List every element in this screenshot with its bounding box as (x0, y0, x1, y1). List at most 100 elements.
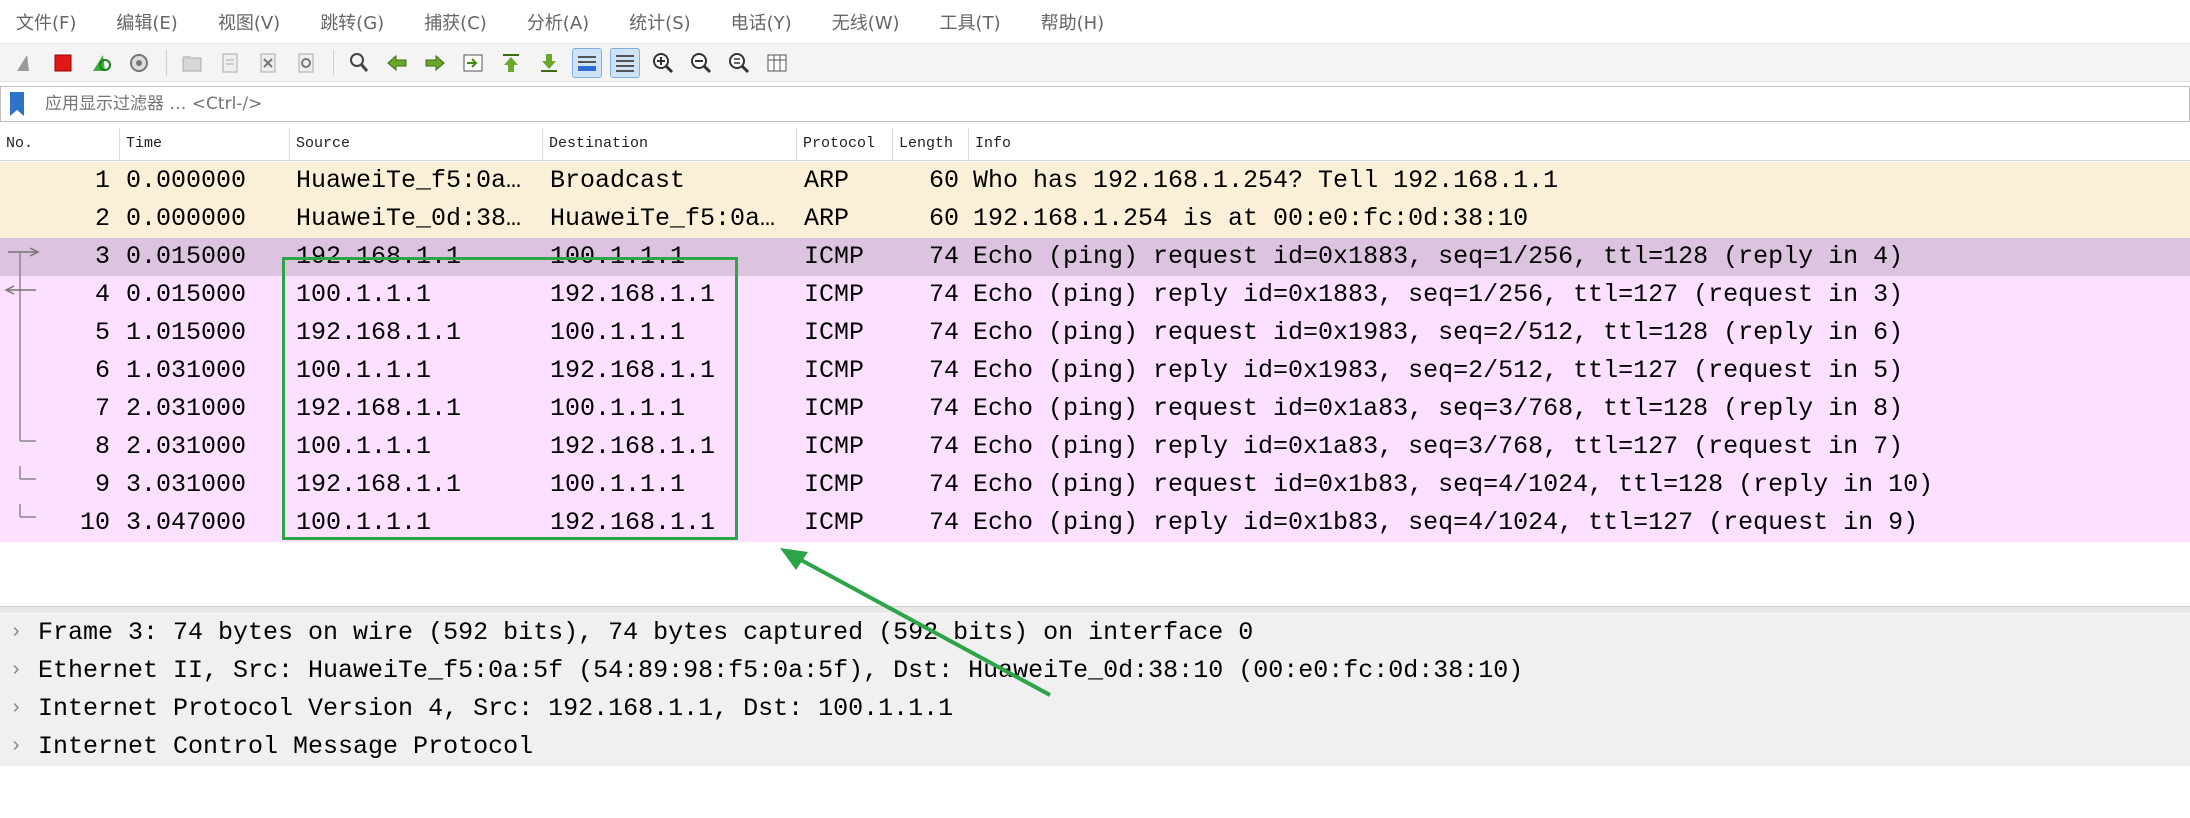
packet-row[interactable]: 6 1.031000 100.1.1.1 192.168.1.1 ICMP 74 Echo … (0, 352, 2190, 390)
autoscroll-icon[interactable] (572, 47, 602, 78)
packet-cell-no: 7 (94, 394, 110, 423)
packet-cell-source: 100.1.1.1 (296, 356, 432, 385)
reload-file-icon[interactable] (291, 48, 321, 78)
packet-cell-protocol: ICMP (804, 318, 865, 347)
packet-cell-no: 1 (94, 166, 110, 195)
last-packet-icon[interactable] (534, 48, 564, 78)
detail-text: Ethernet II, Src: HuaweiTe_f5:0a:5f (54:… (38, 656, 1524, 685)
packet-row[interactable]: 1 0.000000 HuaweiTe_f5:0a… Broadcast ARP 60 Wh… (0, 162, 2190, 200)
detail-row-ipv4[interactable]: › Internet Protocol Version 4, Src: 192.… (0, 690, 2190, 728)
capture-options-icon[interactable] (124, 48, 154, 78)
packet-cell-no: 3 (94, 242, 110, 271)
restart-capture-icon[interactable] (86, 48, 116, 78)
expand-chevron-icon[interactable]: › (10, 614, 22, 652)
find-packet-icon[interactable] (344, 48, 374, 78)
column-header-length[interactable]: Length (893, 128, 969, 160)
zoom-reset-icon[interactable] (724, 48, 754, 78)
menu-wireless[interactable]: 无线(W) (832, 9, 900, 35)
packet-cell-source: HuaweiTe_0d:38… (296, 204, 522, 233)
packet-cell-time: 0.015000 (126, 280, 247, 309)
menu-view[interactable]: 视图(V) (218, 9, 280, 35)
menu-file[interactable]: 文件(F) (16, 9, 76, 35)
bookmark-icon[interactable] (1, 87, 33, 121)
packet-cell-protocol: ARP (804, 166, 850, 195)
pane-splitter[interactable] (0, 606, 2190, 613)
go-forward-icon[interactable] (420, 48, 450, 78)
packet-cell-info: Echo (ping) request id=0x1983, seq=2/512… (973, 318, 1904, 347)
packet-cell-source: 100.1.1.1 (296, 508, 432, 537)
packet-cell-length: 74 (928, 508, 959, 537)
column-header-protocol[interactable]: Protocol (797, 128, 893, 160)
open-file-icon[interactable] (177, 48, 207, 78)
packet-cell-protocol: ICMP (804, 508, 865, 537)
shark-fin-icon[interactable] (10, 48, 40, 78)
packet-cell-time: 0.000000 (126, 204, 247, 233)
zoom-in-icon[interactable] (648, 48, 678, 78)
packet-cell-time: 1.015000 (126, 318, 247, 347)
packet-cell-source: 192.168.1.1 (296, 318, 462, 347)
packet-cell-protocol: ICMP (804, 242, 865, 271)
menu-bar: 文件(F) 编辑(E) 视图(V) 跳转(G) 捕获(C) 分析(A) 统计(S… (0, 0, 2190, 44)
packet-list-header: No. Time Source Destination Protocol Len… (0, 128, 2190, 161)
packet-row[interactable]: 2 0.000000 HuaweiTe_0d:38… HuaweiTe_f5:0a… A… (0, 200, 2190, 238)
packet-cell-destination: 192.168.1.1 (550, 356, 716, 385)
packet-cell-source: 100.1.1.1 (296, 280, 432, 309)
main-toolbar (0, 44, 2190, 82)
packet-cell-destination: 192.168.1.1 (550, 508, 716, 537)
column-header-info[interactable]: Info (969, 128, 2190, 160)
packet-cell-destination: 100.1.1.1 (550, 394, 686, 423)
menu-tools[interactable]: 工具(T) (940, 9, 1001, 35)
display-filter-input[interactable] (33, 89, 2189, 119)
column-header-no[interactable]: No. (0, 128, 120, 160)
packet-cell-length: 60 (928, 166, 959, 195)
menu-capture[interactable]: 捕获(C) (424, 9, 487, 35)
close-file-icon[interactable] (253, 48, 283, 78)
menu-analyze[interactable]: 分析(A) (527, 9, 589, 35)
colorize-icon[interactable] (610, 47, 640, 78)
packet-cell-info: Echo (ping) request id=0x1883, seq=1/256… (973, 242, 1904, 271)
packet-cell-info: Echo (ping) reply id=0x1983, seq=2/512, … (973, 356, 1904, 385)
menu-edit[interactable]: 编辑(E) (116, 9, 177, 35)
packet-row[interactable]: 8 2.031000 100.1.1.1 192.168.1.1 ICMP 74 Echo … (0, 428, 2190, 466)
detail-row-icmp[interactable]: › Internet Control Message Protocol (0, 728, 2190, 766)
packet-row[interactable]: 10 3.047000 100.1.1.1 192.168.1.1 ICMP 74 Echo… (0, 504, 2190, 542)
save-file-icon[interactable] (215, 48, 245, 78)
packet-cell-destination: 100.1.1.1 (550, 470, 686, 499)
packet-details: › Frame 3: 74 bytes on wire (592 bits), … (0, 614, 2190, 818)
packet-row[interactable]: 7 2.031000 192.168.1.1 100.1.1.1 ICMP 74 Echo … (0, 390, 2190, 428)
menu-help[interactable]: 帮助(H) (1041, 9, 1105, 35)
column-header-time[interactable]: Time (120, 128, 290, 160)
detail-row-frame[interactable]: › Frame 3: 74 bytes on wire (592 bits), … (0, 614, 2190, 652)
packet-cell-protocol: ICMP (804, 280, 865, 309)
menu-go[interactable]: 跳转(G) (320, 9, 384, 35)
packet-cell-protocol: ICMP (804, 394, 865, 423)
packet-row[interactable]: 3 0.015000 192.168.1.1 100.1.1.1 ICMP 74 Echo … (0, 238, 2190, 276)
column-header-source[interactable]: Source (290, 128, 543, 160)
go-to-packet-icon[interactable] (458, 48, 488, 78)
menu-statistics[interactable]: 统计(S) (629, 9, 690, 35)
expand-chevron-icon[interactable]: › (10, 728, 22, 766)
packet-cell-time: 2.031000 (126, 394, 247, 423)
go-back-icon[interactable] (382, 48, 412, 78)
packet-row[interactable]: 4 0.015000 100.1.1.1 192.168.1.1 ICMP 74 Echo … (0, 276, 2190, 314)
packet-cell-info: Echo (ping) request id=0x1b83, seq=4/102… (973, 470, 1934, 499)
zoom-out-icon[interactable] (686, 48, 716, 78)
packet-cell-destination: 100.1.1.1 (550, 318, 686, 347)
packet-cell-destination: 100.1.1.1 (550, 242, 686, 271)
menu-telephony[interactable]: 电话(Y) (731, 9, 792, 35)
detail-text: Internet Control Message Protocol (38, 732, 534, 761)
expand-chevron-icon[interactable]: › (10, 652, 22, 690)
packet-row[interactable]: 5 1.015000 192.168.1.1 100.1.1.1 ICMP 74 Echo … (0, 314, 2190, 352)
packet-cell-info: Echo (ping) request id=0x1a83, seq=3/768… (973, 394, 1904, 423)
packet-cell-destination: 192.168.1.1 (550, 280, 716, 309)
packet-cell-length: 74 (928, 394, 959, 423)
packet-cell-info: Echo (ping) reply id=0x1b83, seq=4/1024,… (973, 508, 1919, 537)
detail-row-ethernet[interactable]: › Ethernet II, Src: HuaweiTe_f5:0a:5f (5… (0, 652, 2190, 690)
expand-chevron-icon[interactable]: › (10, 690, 22, 728)
column-header-destination[interactable]: Destination (543, 128, 797, 160)
packet-row[interactable]: 9 3.031000 192.168.1.1 100.1.1.1 ICMP 74 Echo … (0, 466, 2190, 504)
stop-capture-icon[interactable] (48, 48, 78, 78)
resize-columns-icon[interactable] (762, 48, 792, 78)
first-packet-icon[interactable] (496, 48, 526, 78)
packet-cell-time: 3.047000 (126, 508, 247, 537)
